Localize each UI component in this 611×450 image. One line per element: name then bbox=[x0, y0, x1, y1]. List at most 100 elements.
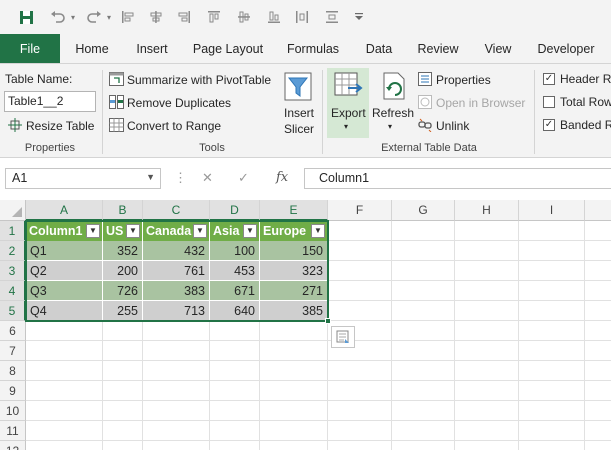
fill-handle[interactable] bbox=[325, 318, 331, 324]
empty-cell[interactable] bbox=[260, 361, 328, 381]
empty-cell[interactable] bbox=[585, 381, 611, 401]
row-header-9[interactable]: 9 bbox=[0, 381, 26, 401]
remove-duplicates-button[interactable]: Remove Duplicates bbox=[127, 96, 231, 110]
empty-cell[interactable] bbox=[585, 361, 611, 381]
empty-cell[interactable] bbox=[210, 321, 260, 341]
empty-cell[interactable] bbox=[26, 421, 103, 441]
empty-cell[interactable] bbox=[143, 421, 210, 441]
empty-cell[interactable] bbox=[143, 341, 210, 361]
name-box[interactable]: A1 ▼ bbox=[5, 168, 161, 189]
banded-rows-checkbox[interactable]: ✓ bbox=[543, 119, 555, 131]
empty-cell[interactable] bbox=[455, 261, 519, 281]
empty-cell[interactable] bbox=[260, 381, 328, 401]
table-cell[interactable]: Q1 bbox=[26, 241, 103, 261]
empty-cell[interactable] bbox=[328, 281, 392, 301]
row-header-4[interactable]: 4 bbox=[0, 281, 26, 301]
save-icon[interactable] bbox=[16, 8, 36, 26]
table-cell[interactable]: 726 bbox=[103, 281, 143, 301]
empty-cell[interactable] bbox=[455, 221, 519, 241]
empty-cell[interactable] bbox=[455, 421, 519, 441]
empty-cell[interactable] bbox=[455, 281, 519, 301]
empty-cell[interactable] bbox=[328, 441, 392, 450]
row-header-2[interactable]: 2 bbox=[0, 241, 26, 261]
undo-dropdown-icon[interactable]: ▾ bbox=[68, 8, 78, 26]
tab-insert[interactable]: Insert bbox=[126, 34, 178, 64]
refresh-button[interactable]: Refresh bbox=[372, 106, 414, 120]
empty-cell[interactable] bbox=[328, 381, 392, 401]
empty-cell[interactable] bbox=[26, 441, 103, 450]
filter-dropdown-icon[interactable]: ▼ bbox=[311, 224, 325, 238]
tab-developer[interactable]: Developer bbox=[532, 34, 600, 64]
empty-cell[interactable] bbox=[392, 421, 455, 441]
empty-cell[interactable] bbox=[519, 401, 585, 421]
total-row-checkbox[interactable] bbox=[543, 96, 555, 108]
empty-cell[interactable] bbox=[328, 241, 392, 261]
column-header-e[interactable]: E bbox=[260, 200, 328, 221]
column-header-b[interactable]: B bbox=[103, 200, 143, 221]
distribute-horizontal-icon[interactable] bbox=[292, 8, 312, 26]
empty-cell[interactable] bbox=[26, 321, 103, 341]
refresh-dropdown-icon[interactable]: ▾ bbox=[388, 122, 392, 131]
table-cell[interactable]: Q4 bbox=[26, 301, 103, 321]
row-header-7[interactable]: 7 bbox=[0, 341, 26, 361]
empty-cell[interactable] bbox=[103, 361, 143, 381]
empty-cell[interactable] bbox=[392, 241, 455, 261]
empty-cell[interactable] bbox=[260, 401, 328, 421]
insert-function-icon[interactable]: fx bbox=[276, 170, 288, 185]
redo-icon[interactable] bbox=[84, 8, 104, 26]
tab-file[interactable]: File bbox=[0, 34, 60, 64]
empty-cell[interactable] bbox=[392, 321, 455, 341]
tab-review[interactable]: Review bbox=[412, 34, 464, 64]
column-header-i[interactable]: I bbox=[519, 200, 585, 221]
align-center-icon[interactable] bbox=[146, 8, 166, 26]
table-cell[interactable]: 150 bbox=[260, 241, 328, 261]
tab-home[interactable]: Home bbox=[66, 34, 118, 64]
table-cell[interactable]: Q3 bbox=[26, 281, 103, 301]
table-cell[interactable]: 383 bbox=[143, 281, 210, 301]
empty-cell[interactable] bbox=[519, 361, 585, 381]
filter-dropdown-icon[interactable]: ▼ bbox=[193, 224, 207, 238]
empty-cell[interactable] bbox=[328, 221, 392, 241]
formula-bar-options-icon[interactable]: ⋮ bbox=[174, 170, 187, 186]
table-cell[interactable]: 671 bbox=[210, 281, 260, 301]
empty-cell[interactable] bbox=[210, 341, 260, 361]
empty-cell[interactable] bbox=[103, 321, 143, 341]
header-row-checkbox[interactable]: ✓ bbox=[543, 73, 555, 85]
empty-cell[interactable] bbox=[26, 401, 103, 421]
empty-cell[interactable] bbox=[392, 381, 455, 401]
column-header-f[interactable]: F bbox=[328, 200, 392, 221]
empty-cell[interactable] bbox=[143, 401, 210, 421]
empty-cell[interactable] bbox=[328, 401, 392, 421]
table-cell[interactable]: 713 bbox=[143, 301, 210, 321]
table-cell[interactable]: 385 bbox=[260, 301, 328, 321]
row-header-5[interactable]: 5 bbox=[0, 301, 26, 321]
row-header-11[interactable]: 11 bbox=[0, 421, 26, 441]
table-cell[interactable]: 200 bbox=[103, 261, 143, 281]
tab-formulas[interactable]: Formulas bbox=[282, 34, 344, 64]
empty-cell[interactable] bbox=[455, 401, 519, 421]
column-header-j[interactable] bbox=[585, 200, 611, 221]
empty-cell[interactable] bbox=[103, 441, 143, 450]
row-header-1[interactable]: 1 bbox=[0, 221, 26, 241]
empty-cell[interactable] bbox=[585, 421, 611, 441]
empty-cell[interactable] bbox=[210, 421, 260, 441]
empty-cell[interactable] bbox=[585, 221, 611, 241]
column-header-c[interactable]: C bbox=[143, 200, 210, 221]
insert-slicer-button-line2[interactable]: Slicer bbox=[284, 122, 314, 136]
empty-cell[interactable] bbox=[103, 401, 143, 421]
empty-cell[interactable] bbox=[519, 381, 585, 401]
align-top-icon[interactable] bbox=[204, 8, 224, 26]
table-cell[interactable]: 271 bbox=[260, 281, 328, 301]
empty-cell[interactable] bbox=[392, 341, 455, 361]
empty-cell[interactable] bbox=[585, 261, 611, 281]
align-bottom-icon[interactable] bbox=[264, 8, 284, 26]
table-cell[interactable]: 432 bbox=[143, 241, 210, 261]
empty-cell[interactable] bbox=[328, 301, 392, 321]
empty-cell[interactable] bbox=[585, 301, 611, 321]
quick-analysis-button[interactable] bbox=[331, 326, 355, 348]
select-all-corner[interactable] bbox=[0, 200, 26, 221]
empty-cell[interactable] bbox=[585, 401, 611, 421]
customize-toolbar-icon[interactable] bbox=[352, 8, 366, 26]
empty-cell[interactable] bbox=[519, 301, 585, 321]
align-right-icon[interactable] bbox=[174, 8, 194, 26]
